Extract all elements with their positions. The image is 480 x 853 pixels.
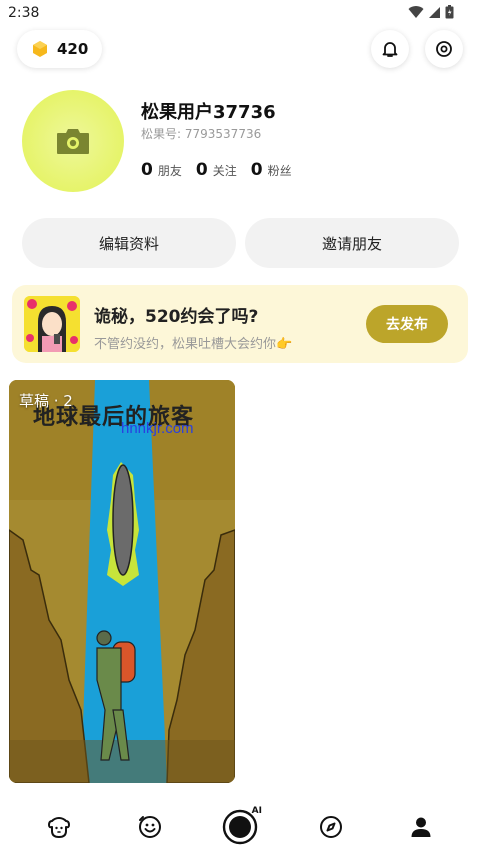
tab-ai-create[interactable]: AI bbox=[218, 800, 262, 853]
avatar[interactable] bbox=[22, 90, 124, 192]
compass-icon bbox=[320, 815, 342, 838]
stat-following[interactable]: 0 关注 bbox=[196, 160, 237, 180]
invite-friends-button[interactable]: 邀请朋友 bbox=[245, 218, 459, 268]
notification-button[interactable] bbox=[371, 30, 409, 68]
draft-cover-illustration bbox=[9, 380, 235, 783]
stat-label: 朋友 bbox=[157, 164, 182, 178]
event-banner[interactable]: 诡秘，520约会了吗? 不管约没约，松果吐槽大会约你👉 去发布 bbox=[12, 285, 468, 363]
stat-friends[interactable]: 0 朋友 bbox=[141, 160, 182, 180]
draft-cover-watermark: hnnkjr.com bbox=[121, 420, 194, 437]
battery-icon bbox=[445, 5, 454, 19]
user-id-row: 松果号: 7793537736 bbox=[141, 125, 261, 142]
stat-number: 0 bbox=[250, 160, 263, 180]
settings-button[interactable] bbox=[425, 30, 463, 68]
stat-number: 0 bbox=[141, 160, 153, 180]
person-icon bbox=[411, 817, 431, 837]
draft-card[interactable]: 地球最后的旅客 hnnkjr.com 草稿 · 2 bbox=[9, 380, 235, 783]
settings-icon bbox=[436, 41, 452, 57]
user-id-label: 松果号: bbox=[141, 127, 182, 141]
dog-face-icon bbox=[48, 816, 70, 838]
stat-label: 关注 bbox=[212, 164, 237, 178]
bell-icon bbox=[382, 42, 398, 57]
coin-balance-button[interactable]: 420 bbox=[17, 30, 103, 68]
username: 松果用户37736 bbox=[141, 102, 276, 123]
smile-chat-icon bbox=[139, 815, 161, 838]
status-bar: 2:38 bbox=[0, 0, 480, 28]
wifi-icon bbox=[408, 6, 424, 19]
ai-badge: AI bbox=[251, 806, 262, 816]
banner-title: 诡秘，520约会了吗? bbox=[94, 307, 259, 327]
stat-label: 粉丝 bbox=[267, 164, 292, 178]
coin-icon bbox=[33, 41, 47, 57]
banner-illustration bbox=[24, 296, 80, 352]
tab-home[interactable] bbox=[37, 800, 81, 853]
camera-icon bbox=[57, 129, 89, 154]
stat-followers[interactable]: 0 粉丝 bbox=[251, 160, 292, 180]
status-time: 2:38 bbox=[8, 5, 40, 21]
banner-subtitle: 不管约没约，松果吐槽大会约你👉 bbox=[94, 337, 293, 352]
coin-count: 420 bbox=[57, 40, 89, 58]
status-icons bbox=[408, 5, 454, 19]
profile-stats: 0 朋友 0 关注 0 粉丝 bbox=[141, 160, 292, 180]
tab-profile[interactable] bbox=[399, 800, 443, 853]
draft-count-label: 草稿 · 2 bbox=[19, 392, 73, 410]
edit-profile-button[interactable]: 编辑资料 bbox=[22, 218, 236, 268]
tab-discover[interactable] bbox=[309, 800, 353, 853]
stat-number: 0 bbox=[195, 160, 208, 180]
user-id: 7793537736 bbox=[184, 127, 262, 141]
bottom-tab-bar: AI bbox=[0, 800, 480, 853]
signal-icon bbox=[429, 6, 440, 18]
tab-messages[interactable] bbox=[128, 800, 172, 853]
publish-button[interactable]: 去发布 bbox=[366, 305, 448, 343]
